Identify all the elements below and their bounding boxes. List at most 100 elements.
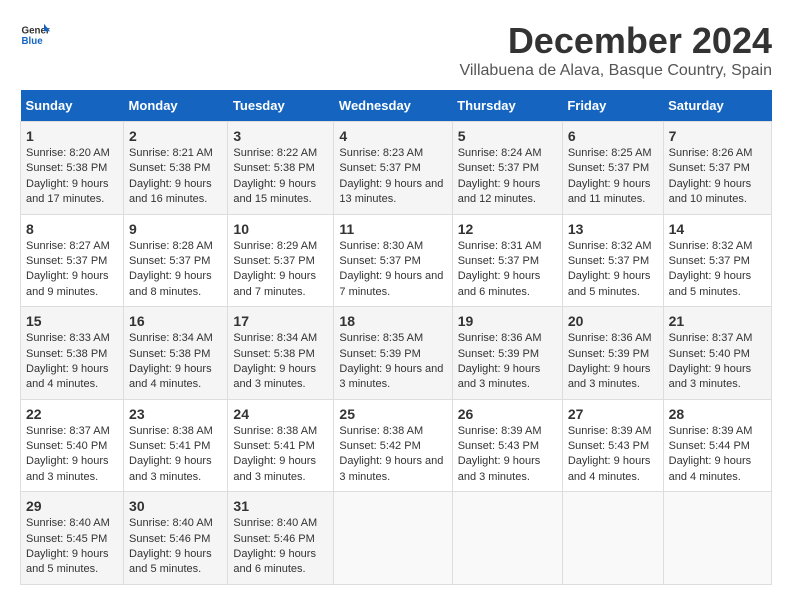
sunset-label: Sunset: 5:44 PM — [669, 440, 750, 452]
day-info: Sunrise: 8:24 AM Sunset: 5:37 PM Dayligh… — [458, 146, 557, 208]
table-row: 9 Sunrise: 8:28 AM Sunset: 5:37 PM Dayli… — [124, 214, 228, 307]
sunrise-label: Sunrise: 8:36 AM — [458, 332, 542, 344]
sunset-label: Sunset: 5:38 PM — [26, 162, 107, 174]
sunrise-label: Sunrise: 8:29 AM — [233, 240, 317, 252]
sunrise-label: Sunrise: 8:21 AM — [129, 147, 213, 159]
day-info: Sunrise: 8:35 AM Sunset: 5:39 PM Dayligh… — [339, 331, 446, 393]
sunset-label: Sunset: 5:39 PM — [339, 348, 420, 360]
day-info: Sunrise: 8:39 AM Sunset: 5:44 PM Dayligh… — [669, 424, 766, 486]
day-info: Sunrise: 8:39 AM Sunset: 5:43 PM Dayligh… — [458, 424, 557, 486]
day-number: 15 — [26, 313, 118, 329]
daylight-label: Daylight: 9 hours and 4 minutes. — [568, 455, 651, 482]
sunrise-label: Sunrise: 8:40 AM — [26, 517, 110, 529]
table-row: 11 Sunrise: 8:30 AM Sunset: 5:37 PM Dayl… — [334, 214, 452, 307]
table-row: 22 Sunrise: 8:37 AM Sunset: 5:40 PM Dayl… — [21, 399, 124, 492]
day-info: Sunrise: 8:32 AM Sunset: 5:37 PM Dayligh… — [568, 239, 658, 301]
daylight-label: Daylight: 9 hours and 5 minutes. — [568, 270, 651, 297]
calendar-week-row: 22 Sunrise: 8:37 AM Sunset: 5:40 PM Dayl… — [21, 399, 772, 492]
day-info: Sunrise: 8:21 AM Sunset: 5:38 PM Dayligh… — [129, 146, 222, 208]
day-info: Sunrise: 8:31 AM Sunset: 5:37 PM Dayligh… — [458, 239, 557, 301]
sunrise-label: Sunrise: 8:35 AM — [339, 332, 423, 344]
daylight-label: Daylight: 9 hours and 5 minutes. — [26, 548, 109, 575]
day-number: 16 — [129, 313, 222, 329]
sunset-label: Sunset: 5:37 PM — [339, 162, 420, 174]
table-row: 8 Sunrise: 8:27 AM Sunset: 5:37 PM Dayli… — [21, 214, 124, 307]
sunrise-label: Sunrise: 8:30 AM — [339, 240, 423, 252]
calendar-header-row: Sunday Monday Tuesday Wednesday Thursday… — [21, 90, 772, 122]
sunrise-label: Sunrise: 8:26 AM — [669, 147, 753, 159]
day-number: 20 — [568, 313, 658, 329]
table-row — [562, 492, 663, 585]
sunrise-label: Sunrise: 8:38 AM — [339, 425, 423, 437]
day-number: 8 — [26, 221, 118, 237]
daylight-label: Daylight: 9 hours and 6 minutes. — [233, 548, 316, 575]
daylight-label: Daylight: 9 hours and 4 minutes. — [26, 363, 109, 390]
table-row — [663, 492, 771, 585]
day-info: Sunrise: 8:34 AM Sunset: 5:38 PM Dayligh… — [129, 331, 222, 393]
table-row: 26 Sunrise: 8:39 AM Sunset: 5:43 PM Dayl… — [452, 399, 562, 492]
daylight-label: Daylight: 9 hours and 9 minutes. — [26, 270, 109, 297]
daylight-label: Daylight: 9 hours and 16 minutes. — [129, 178, 212, 205]
day-info: Sunrise: 8:37 AM Sunset: 5:40 PM Dayligh… — [669, 331, 766, 393]
daylight-label: Daylight: 9 hours and 13 minutes. — [339, 178, 443, 205]
table-row: 17 Sunrise: 8:34 AM Sunset: 5:38 PM Dayl… — [228, 307, 334, 400]
daylight-label: Daylight: 9 hours and 10 minutes. — [669, 178, 752, 205]
sunrise-label: Sunrise: 8:40 AM — [233, 517, 317, 529]
daylight-label: Daylight: 9 hours and 3 minutes. — [458, 363, 541, 390]
table-row: 4 Sunrise: 8:23 AM Sunset: 5:37 PM Dayli… — [334, 122, 452, 215]
title-section: December 2024 Villabuena de Alava, Basqu… — [459, 20, 772, 80]
day-number: 28 — [669, 406, 766, 422]
daylight-label: Daylight: 9 hours and 3 minutes. — [458, 455, 541, 482]
day-info: Sunrise: 8:40 AM Sunset: 5:45 PM Dayligh… — [26, 516, 118, 578]
daylight-label: Daylight: 9 hours and 12 minutes. — [458, 178, 541, 205]
col-friday: Friday — [562, 90, 663, 122]
sunrise-label: Sunrise: 8:32 AM — [669, 240, 753, 252]
sunset-label: Sunset: 5:41 PM — [233, 440, 314, 452]
table-row: 27 Sunrise: 8:39 AM Sunset: 5:43 PM Dayl… — [562, 399, 663, 492]
day-info: Sunrise: 8:33 AM Sunset: 5:38 PM Dayligh… — [26, 331, 118, 393]
day-info: Sunrise: 8:30 AM Sunset: 5:37 PM Dayligh… — [339, 239, 446, 301]
col-tuesday: Tuesday — [228, 90, 334, 122]
col-wednesday: Wednesday — [334, 90, 452, 122]
sunrise-label: Sunrise: 8:23 AM — [339, 147, 423, 159]
day-number: 29 — [26, 498, 118, 514]
daylight-label: Daylight: 9 hours and 3 minutes. — [26, 455, 109, 482]
sunrise-label: Sunrise: 8:25 AM — [568, 147, 652, 159]
logo: General Blue — [20, 20, 54, 50]
daylight-label: Daylight: 9 hours and 3 minutes. — [339, 455, 443, 482]
day-number: 27 — [568, 406, 658, 422]
table-row: 21 Sunrise: 8:37 AM Sunset: 5:40 PM Dayl… — [663, 307, 771, 400]
sunset-label: Sunset: 5:43 PM — [458, 440, 539, 452]
sunset-label: Sunset: 5:46 PM — [233, 533, 314, 545]
sunset-label: Sunset: 5:42 PM — [339, 440, 420, 452]
page-subtitle: Villabuena de Alava, Basque Country, Spa… — [459, 62, 772, 80]
table-row: 29 Sunrise: 8:40 AM Sunset: 5:45 PM Dayl… — [21, 492, 124, 585]
daylight-label: Daylight: 9 hours and 15 minutes. — [233, 178, 316, 205]
sunset-label: Sunset: 5:39 PM — [458, 348, 539, 360]
table-row: 30 Sunrise: 8:40 AM Sunset: 5:46 PM Dayl… — [124, 492, 228, 585]
sunrise-label: Sunrise: 8:31 AM — [458, 240, 542, 252]
day-info: Sunrise: 8:38 AM Sunset: 5:41 PM Dayligh… — [129, 424, 222, 486]
table-row: 18 Sunrise: 8:35 AM Sunset: 5:39 PM Dayl… — [334, 307, 452, 400]
svg-text:Blue: Blue — [22, 36, 44, 47]
col-monday: Monday — [124, 90, 228, 122]
day-info: Sunrise: 8:34 AM Sunset: 5:38 PM Dayligh… — [233, 331, 328, 393]
table-row: 20 Sunrise: 8:36 AM Sunset: 5:39 PM Dayl… — [562, 307, 663, 400]
table-row: 16 Sunrise: 8:34 AM Sunset: 5:38 PM Dayl… — [124, 307, 228, 400]
sunrise-label: Sunrise: 8:39 AM — [458, 425, 542, 437]
daylight-label: Daylight: 9 hours and 7 minutes. — [339, 270, 443, 297]
sunrise-label: Sunrise: 8:40 AM — [129, 517, 213, 529]
col-thursday: Thursday — [452, 90, 562, 122]
sunset-label: Sunset: 5:37 PM — [26, 255, 107, 267]
daylight-label: Daylight: 9 hours and 17 minutes. — [26, 178, 109, 205]
sunrise-label: Sunrise: 8:37 AM — [669, 332, 753, 344]
sunset-label: Sunset: 5:40 PM — [26, 440, 107, 452]
day-info: Sunrise: 8:36 AM Sunset: 5:39 PM Dayligh… — [568, 331, 658, 393]
day-info: Sunrise: 8:25 AM Sunset: 5:37 PM Dayligh… — [568, 146, 658, 208]
sunset-label: Sunset: 5:39 PM — [568, 348, 649, 360]
sunrise-label: Sunrise: 8:34 AM — [129, 332, 213, 344]
daylight-label: Daylight: 9 hours and 4 minutes. — [129, 363, 212, 390]
sunset-label: Sunset: 5:38 PM — [26, 348, 107, 360]
sunset-label: Sunset: 5:41 PM — [129, 440, 210, 452]
sunrise-label: Sunrise: 8:39 AM — [669, 425, 753, 437]
